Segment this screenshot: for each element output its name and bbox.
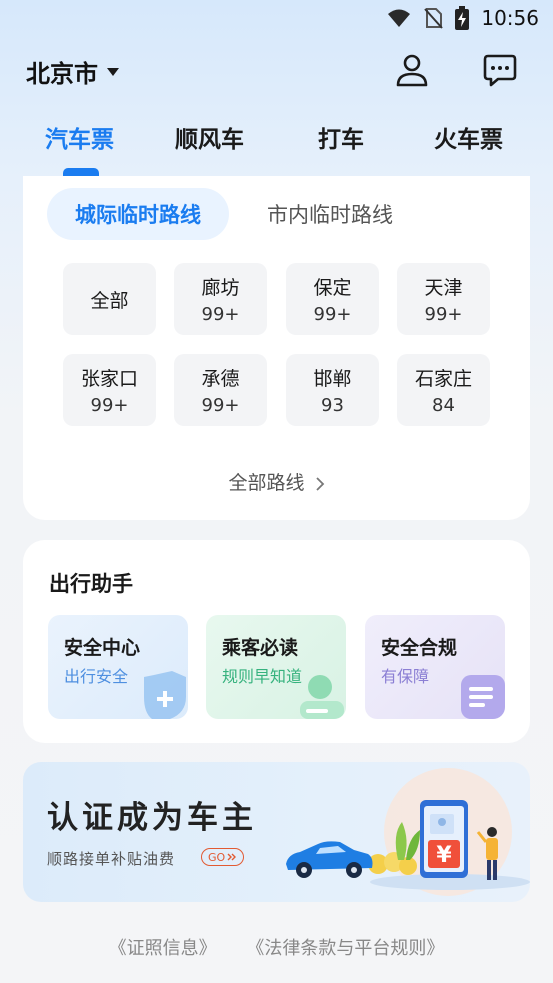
assistant-item-passenger-guide[interactable]: 乘客必读 规则早知道 [206,615,346,719]
tab-bus-ticket[interactable]: 汽车票 [45,120,114,154]
all-routes-link[interactable]: 全部路线 [23,468,530,495]
banner-title: 认证成为车主 [47,800,257,836]
city-label: 北京市 [26,60,98,88]
tab-taxi[interactable]: 打车 [318,120,364,154]
assistant-item-subtitle: 有保障 [381,667,430,686]
assistant-item-title: 安全中心 [64,637,141,659]
city-cell-chengde[interactable]: 承德 99+ [174,354,267,426]
chevron-right-icon [315,476,324,491]
status-icons: 10:56 [387,6,539,30]
city-cell-langfang[interactable]: 廊坊 99+ [174,263,267,335]
person-icon [300,675,344,719]
tab-train-ticket[interactable]: 火车票 [434,120,503,154]
status-time: 10:56 [481,6,539,30]
city-cell-count: 99+ [313,304,352,325]
city-cell-name: 承德 [201,368,240,390]
assistant-item-title: 乘客必读 [222,637,299,659]
city-cell-count: 99+ [201,304,240,325]
go-badge: GO [201,848,245,866]
city-cell-tianjin[interactable]: 天津 99+ [397,263,490,335]
city-cell-shijiazhuang[interactable]: 石家庄 84 [397,354,490,426]
assistant-item-subtitle: 规则早知道 [222,667,303,686]
footer-links: 《证照信息》 《法律条款与平台规则》 [0,934,553,960]
city-cell-name: 石家庄 [414,368,472,390]
city-cell-baoding[interactable]: 保定 99+ [286,263,379,335]
city-cell-name: 廊坊 [201,277,240,299]
car-and-phone-illustration: ¥ [286,768,530,896]
assistant-item-safety-center[interactable]: 安全中心 出行安全 [48,615,188,719]
caret-down-icon [107,67,119,76]
banner-subtitle: 顺路接单补贴油费 [47,850,176,868]
no-sim-icon [424,8,444,29]
city-cell-handan[interactable]: 邯郸 93 [286,354,379,426]
battery-charging-icon [455,6,470,30]
assistant-title: 出行助手 [49,572,133,596]
city-cell-zhangjiakou[interactable]: 张家口 99+ [63,354,156,426]
city-cell-count: 99+ [201,395,240,416]
shield-icon [144,671,186,719]
travel-assistant-card: 出行助手 安全中心 出行安全 乘客必读 规则早知道 安全合规 有保障 [23,540,530,743]
city-cell-count: 93 [321,395,344,416]
double-chevron-icon [227,853,237,861]
driver-certification-banner[interactable]: 认证成为车主 顺路接单补贴油费 GO ¥ [23,762,530,902]
city-cell-name: 天津 [424,277,463,299]
tab-carpool[interactable]: 顺风车 [175,120,244,154]
license-info-link[interactable]: 《证照信息》 [109,938,217,959]
status-bar: 10:56 [0,0,553,38]
profile-icon[interactable] [392,50,432,90]
assistant-item-title: 安全合规 [381,637,458,659]
top-tabs: 汽车票 顺风车 打车 火车票 [0,120,553,170]
yuan-symbol: ¥ [436,843,452,868]
route-card: 城际临时路线 市内临时路线 全部 廊坊 99+ 保定 99+ 天津 99+ 张家… [23,176,530,520]
city-cell-count: 99+ [424,304,463,325]
city-cell-count: 84 [432,395,455,416]
city-cell-name: 全部 [90,289,129,312]
city-cell-all[interactable]: 全部 [63,263,156,335]
go-label: GO [208,850,226,864]
assistant-item-compliance[interactable]: 安全合规 有保障 [365,615,505,719]
subtab-intracity[interactable]: 市内临时路线 [245,188,415,240]
message-icon[interactable] [480,50,520,90]
city-cell-name: 保定 [313,277,352,299]
subtab-intercity[interactable]: 城际临时路线 [47,188,229,240]
wifi-icon [388,9,411,27]
city-selector[interactable]: 北京市 [26,54,120,89]
legal-terms-link[interactable]: 《法律条款与平台规则》 [246,938,444,959]
city-cell-count: 99+ [90,395,129,416]
city-cell-name: 邯郸 [313,368,352,390]
city-cell-name: 张家口 [80,368,138,390]
assistant-item-subtitle: 出行安全 [64,667,129,686]
user-icon [396,54,428,87]
all-routes-label: 全部路线 [228,472,305,494]
document-icon [461,675,505,719]
chat-bubble-icon [483,54,517,87]
